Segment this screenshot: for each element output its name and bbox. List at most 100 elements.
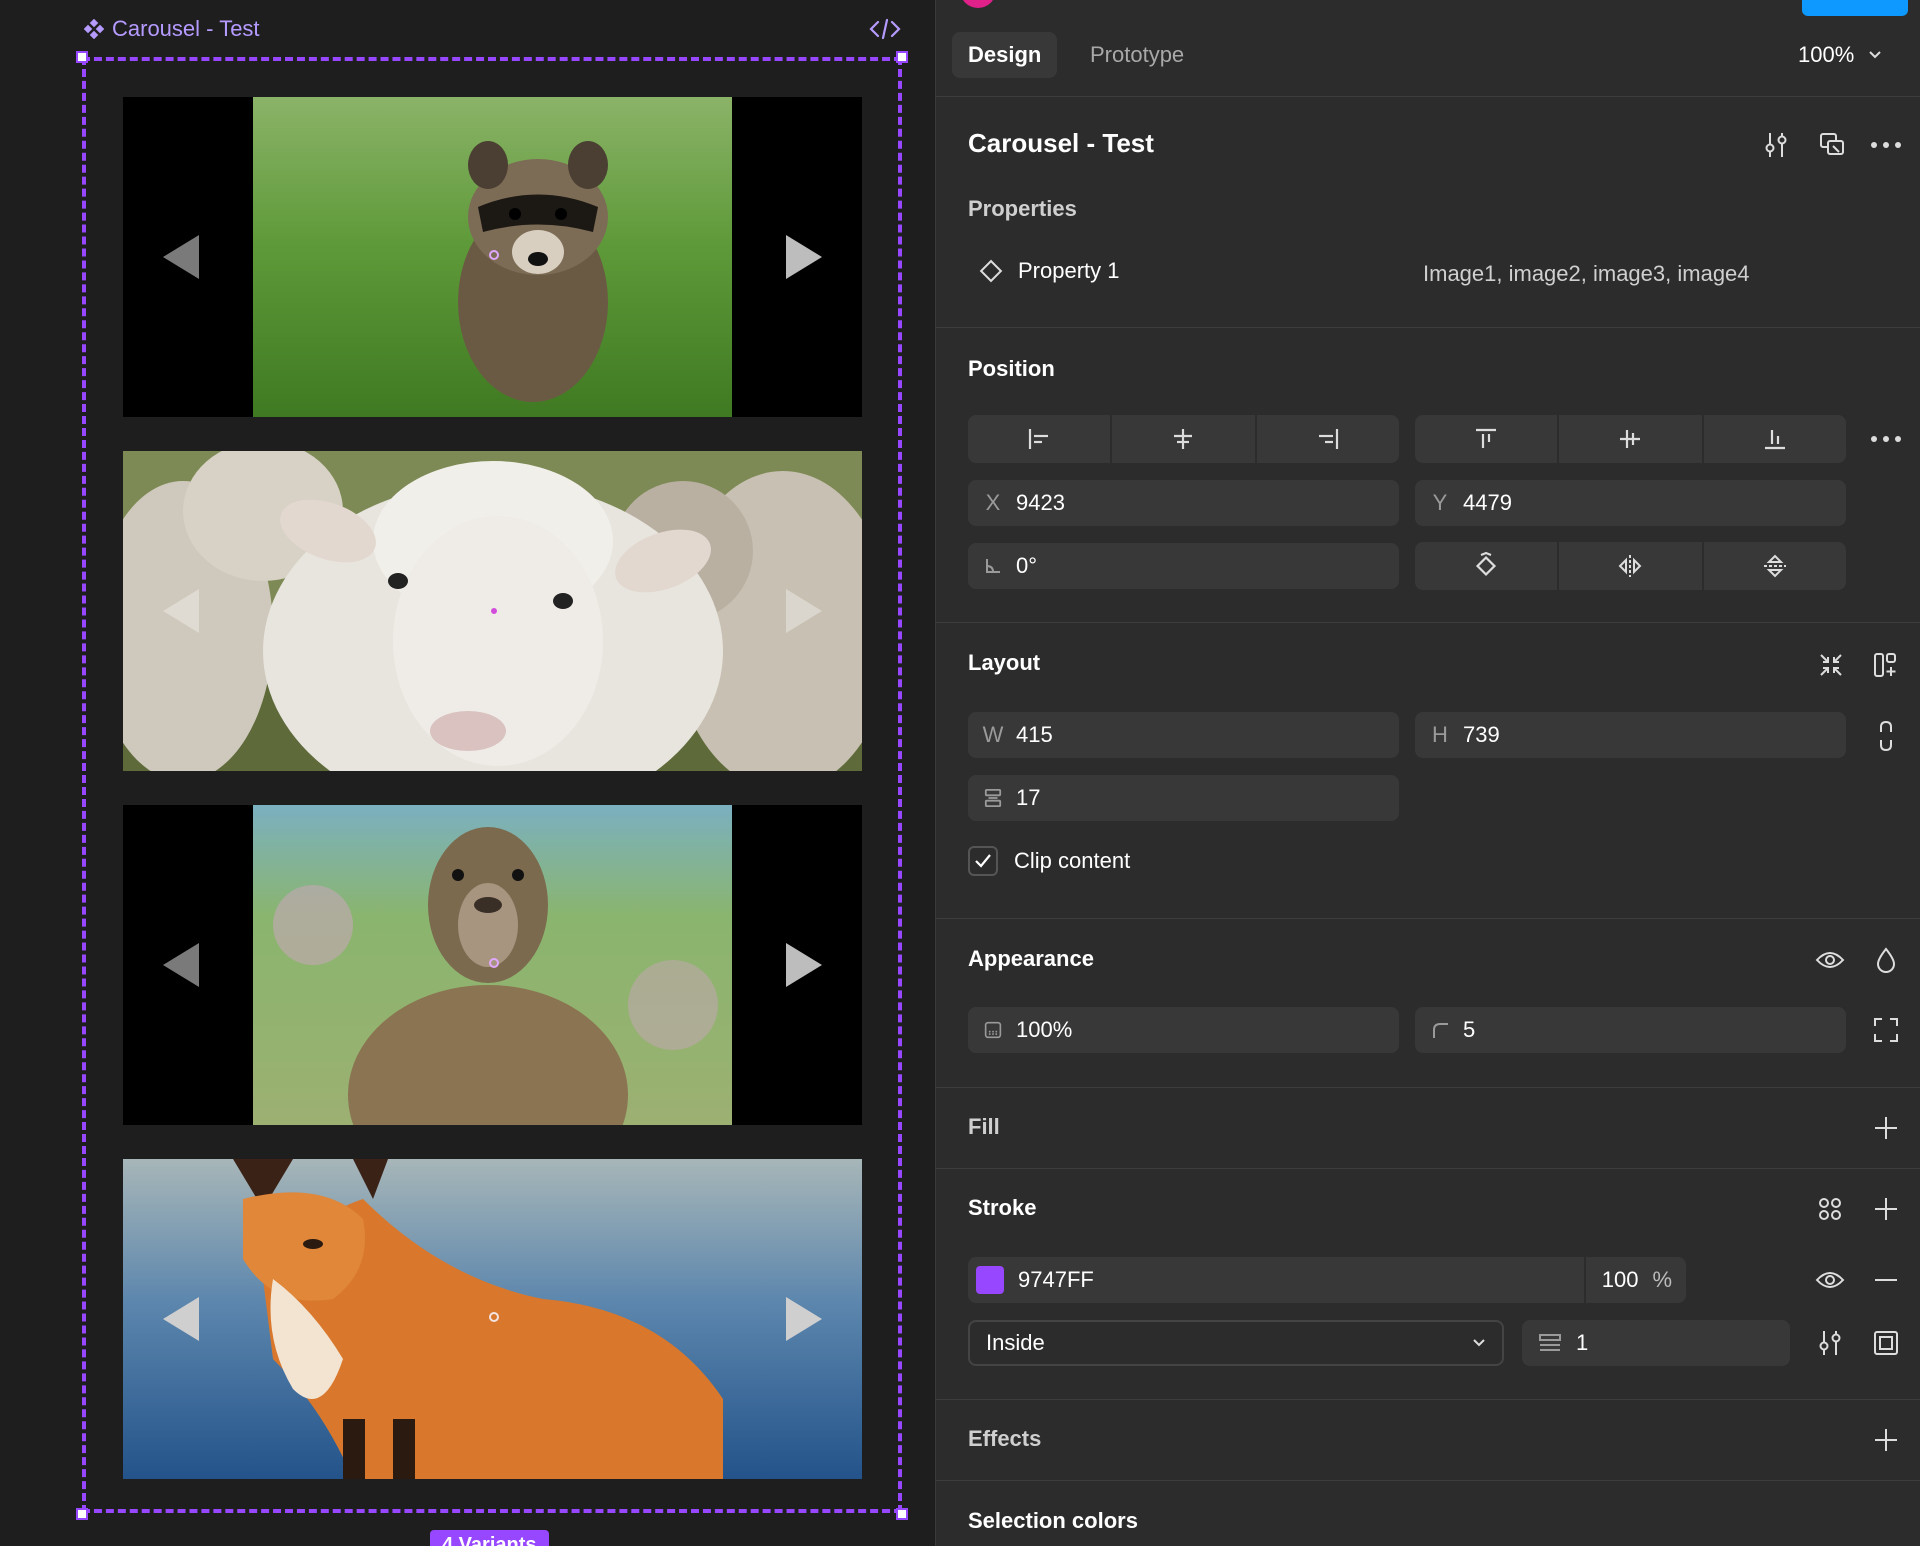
previous-arrow-icon[interactable] [157, 1279, 217, 1359]
tab-design[interactable]: Design [952, 32, 1058, 78]
stroke-weight-field[interactable]: 1 [1522, 1320, 1790, 1366]
property-row[interactable]: Property 1 [978, 258, 1120, 284]
resize-handle-bottom-right[interactable] [896, 1508, 908, 1520]
clip-content-row[interactable]: Clip content [968, 846, 1130, 876]
user-avatar[interactable] [960, 0, 996, 8]
align-vertical-center-button[interactable] [1559, 415, 1704, 463]
clip-content-checkbox[interactable] [968, 846, 998, 876]
align-top-icon [1476, 428, 1497, 448]
opacity-icon [984, 1021, 1002, 1039]
variant-property-icon [979, 259, 1003, 283]
rotation-value: 0° [1016, 553, 1038, 578]
variant-image1[interactable] [123, 97, 862, 417]
width-label: W [982, 722, 1004, 747]
align-top-button[interactable] [1415, 415, 1560, 463]
align-right-button[interactable] [1257, 415, 1399, 463]
next-arrow-icon[interactable] [768, 925, 828, 1005]
stroke-color-hex: 9747FF [1018, 1267, 1094, 1292]
frame-label-text: Carousel - Test [112, 16, 260, 41]
y-position-field[interactable]: Y 4479 [1415, 480, 1846, 526]
independent-corners-icon[interactable] [1866, 1010, 1906, 1050]
visibility-eye-icon[interactable] [1810, 940, 1850, 980]
property-values[interactable]: Image1, image2, image3, image4 [1423, 261, 1750, 287]
height-field[interactable]: H 739 [1415, 712, 1846, 758]
vertical-align-group [1415, 415, 1846, 463]
gap-field[interactable]: 17 [968, 775, 1399, 821]
center-point [489, 1312, 499, 1322]
detach-instance-icon[interactable] [1812, 125, 1852, 165]
corner-radius-value: 5 [1463, 1017, 1476, 1042]
previous-arrow-icon[interactable] [157, 925, 217, 1005]
corner-radius-field[interactable]: 5 [1415, 1007, 1846, 1053]
stroke-position-select[interactable]: Inside [968, 1320, 1504, 1366]
blend-mode-icon[interactable] [1866, 940, 1906, 980]
chevron-down-icon [1869, 51, 1881, 59]
next-arrow-icon[interactable] [768, 1279, 828, 1359]
variants-badge: 4 Variants [430, 1530, 549, 1546]
x-position-field[interactable]: X 9423 [968, 480, 1399, 526]
stroke-sides-icon[interactable] [1866, 1323, 1906, 1363]
transform-group [1415, 542, 1846, 590]
resize-handle-top-left[interactable] [76, 51, 88, 63]
add-stroke-icon[interactable] [1866, 1189, 1906, 1229]
height-value: 739 [1463, 722, 1500, 747]
stroke-color-swatch[interactable] [976, 1266, 1004, 1294]
previous-arrow-icon[interactable] [157, 571, 217, 651]
y-value: 4479 [1463, 490, 1512, 515]
stroke-opacity-unit: % [1652, 1267, 1672, 1292]
resize-handle-bottom-left[interactable] [76, 1508, 88, 1520]
vertical-gap-icon [984, 789, 1002, 807]
layout-heading: Layout [968, 650, 1041, 675]
add-fill-icon[interactable] [1866, 1108, 1906, 1148]
flip-vertical-button[interactable] [1704, 542, 1846, 590]
canvas[interactable]: Carousel - Test 4 Variants [0, 0, 935, 1546]
share-button[interactable] [1802, 0, 1908, 16]
rotation-field[interactable]: 0° [968, 543, 1399, 589]
add-auto-layout-icon[interactable] [1866, 645, 1906, 685]
y-label: Y [1432, 490, 1448, 515]
align-bottom-button[interactable] [1704, 415, 1846, 463]
style-library-icon[interactable] [1810, 1189, 1850, 1229]
variant-image4[interactable] [123, 1159, 862, 1479]
resize-to-fit-icon[interactable] [1811, 645, 1851, 685]
advanced-stroke-icon[interactable] [1810, 1323, 1850, 1363]
fill-heading: Fill [968, 1114, 1000, 1139]
width-field[interactable]: W 415 [968, 712, 1399, 758]
previous-arrow-icon[interactable] [157, 217, 217, 297]
code-icon[interactable] [868, 16, 902, 42]
opacity-label [984, 1019, 1002, 1041]
zoom-dropdown[interactable]: 100% [1798, 42, 1882, 68]
center-point [491, 608, 497, 614]
component-properties-icon[interactable] [1756, 125, 1796, 165]
variant-image2[interactable] [123, 451, 862, 771]
height-label: H [1432, 722, 1448, 747]
next-arrow-icon[interactable] [768, 571, 828, 651]
center-point [489, 958, 499, 968]
rotation-icon [986, 559, 1000, 573]
center-point [489, 250, 499, 260]
stroke-visibility-eye-icon[interactable] [1810, 1260, 1850, 1300]
gap-label [984, 787, 1002, 809]
next-arrow-icon[interactable] [768, 217, 828, 297]
resize-handle-top-right[interactable] [896, 51, 908, 63]
align-horizontal-center-button[interactable] [1112, 415, 1257, 463]
rotate-90-button[interactable] [1415, 542, 1560, 590]
frame-label[interactable]: Carousel - Test [84, 16, 260, 42]
add-effect-icon[interactable] [1866, 1420, 1906, 1460]
stroke-heading: Stroke [968, 1195, 1037, 1220]
stroke-opacity-value[interactable]: 100 [1602, 1267, 1639, 1293]
flip-horizontal-button[interactable] [1559, 542, 1704, 590]
more-align-options-icon[interactable] [1866, 419, 1906, 459]
constrain-proportions-icon[interactable] [1866, 716, 1906, 756]
more-options-icon[interactable] [1866, 125, 1906, 165]
chevron-down-icon [1473, 1339, 1485, 1347]
effects-heading: Effects [968, 1426, 1042, 1451]
align-left-button[interactable] [968, 415, 1113, 463]
opacity-field[interactable]: 100% [968, 1007, 1399, 1053]
stroke-color-field[interactable]: 9747FF 100 % [968, 1257, 1686, 1303]
component-set-icon [84, 19, 104, 39]
variant-image3[interactable] [123, 805, 862, 1125]
remove-stroke-icon[interactable] [1866, 1260, 1906, 1300]
stroke-weight-value: 1 [1576, 1330, 1589, 1355]
tab-prototype[interactable]: Prototype [1074, 32, 1200, 78]
